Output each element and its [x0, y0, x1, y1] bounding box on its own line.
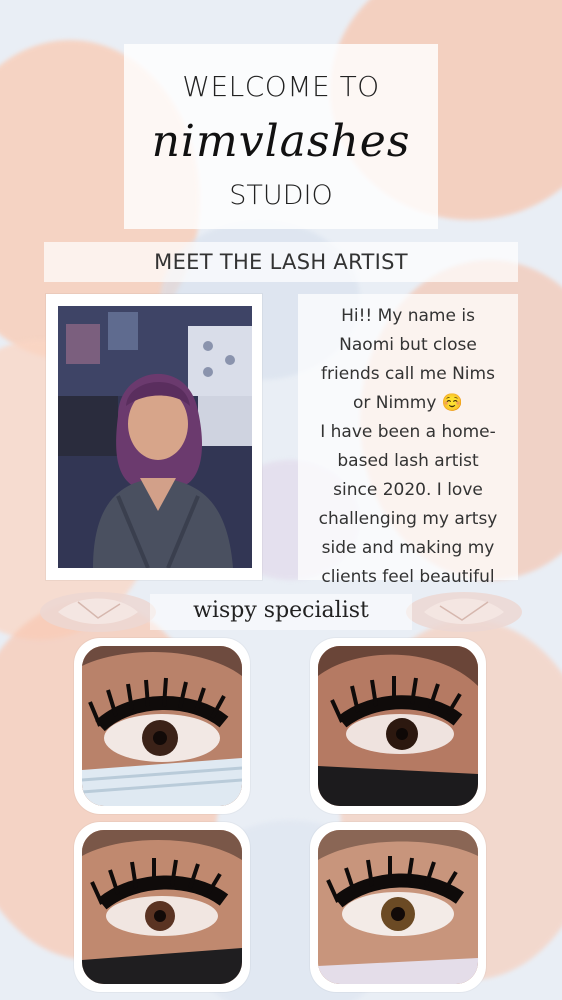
bio-line: or Nimmy ☺️: [353, 393, 463, 413]
bio-line: since 2020. I love: [333, 480, 483, 500]
bio-line: based lash artist: [337, 451, 479, 471]
bio-line: I have been a home-: [320, 422, 496, 442]
lash-photo-card: [74, 638, 250, 814]
tagline: wispy specialist: [150, 594, 412, 630]
bio-line: side and making my: [321, 538, 495, 558]
artist-photo: [58, 306, 252, 568]
lash-photo: [82, 646, 242, 806]
lash-photo: [318, 830, 478, 984]
lash-photo-card: [74, 822, 250, 992]
welcome-card: WELCOME TO nimvlashes STUDIO: [124, 44, 438, 229]
lash-photo: [82, 830, 242, 984]
artist-bio-card: Hi!! My name is Naomi but close friends …: [298, 294, 518, 587]
lash-photo-card: [310, 638, 486, 814]
bio-line: friends call me Nims: [321, 364, 495, 384]
artist-photo-frame: [46, 294, 262, 580]
bio-line: challenging my artsy: [318, 509, 498, 529]
bio-line: Hi!! My name is: [341, 306, 475, 326]
bio-line: Naomi but close: [339, 335, 477, 355]
lash-photo: [318, 646, 478, 806]
marble-flower-decoration-right: [406, 592, 522, 632]
marble-flower-decoration-left: [40, 592, 156, 632]
artist-bio-text: Hi!! My name is Naomi but close friends …: [298, 302, 518, 592]
welcome-heading: WELCOME TO: [182, 70, 380, 103]
studio-heading: STUDIO: [229, 180, 333, 211]
brand-logo-text: nimvlashes: [151, 116, 411, 167]
lash-photo-card: [310, 822, 486, 992]
section-title: MEET THE LASH ARTIST: [44, 242, 518, 282]
